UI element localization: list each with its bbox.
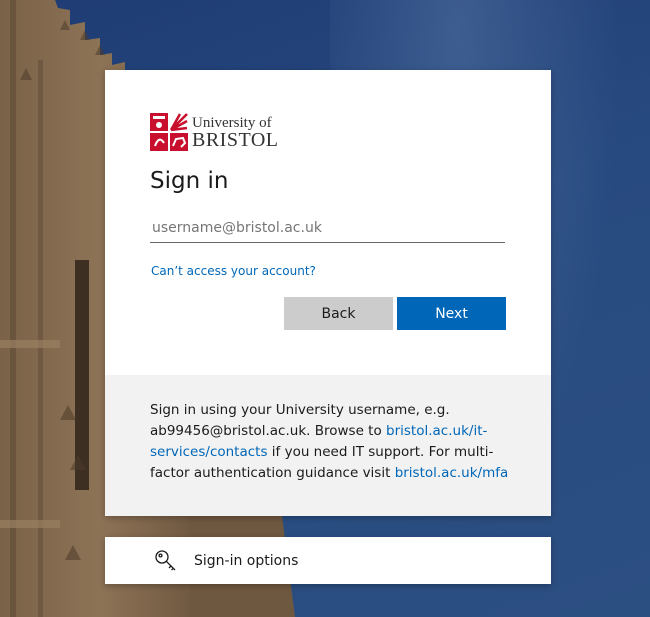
page-title: Sign in	[150, 168, 229, 194]
email-field[interactable]	[150, 213, 505, 243]
logo-line-2: BRISTOL	[192, 129, 279, 151]
university-logo: University of BRISTOL	[150, 113, 278, 151]
signin-card: University of BRISTOL Sign in Can’t acce…	[105, 70, 551, 516]
signin-options-button[interactable]: Sign-in options	[105, 537, 551, 584]
key-icon	[155, 549, 176, 571]
signin-help-panel: Sign in using your University username, …	[105, 375, 551, 516]
back-button[interactable]: Back	[284, 297, 393, 330]
next-button[interactable]: Next	[397, 297, 506, 330]
signin-help-text: Sign in using your University username, …	[150, 400, 510, 484]
university-crest-icon	[150, 113, 188, 151]
signin-options-label: Sign-in options	[194, 552, 299, 569]
mfa-guidance-link[interactable]: bristol.ac.uk/mfa	[395, 465, 509, 481]
cant-access-account-link[interactable]: Can’t access your account?	[151, 264, 316, 278]
